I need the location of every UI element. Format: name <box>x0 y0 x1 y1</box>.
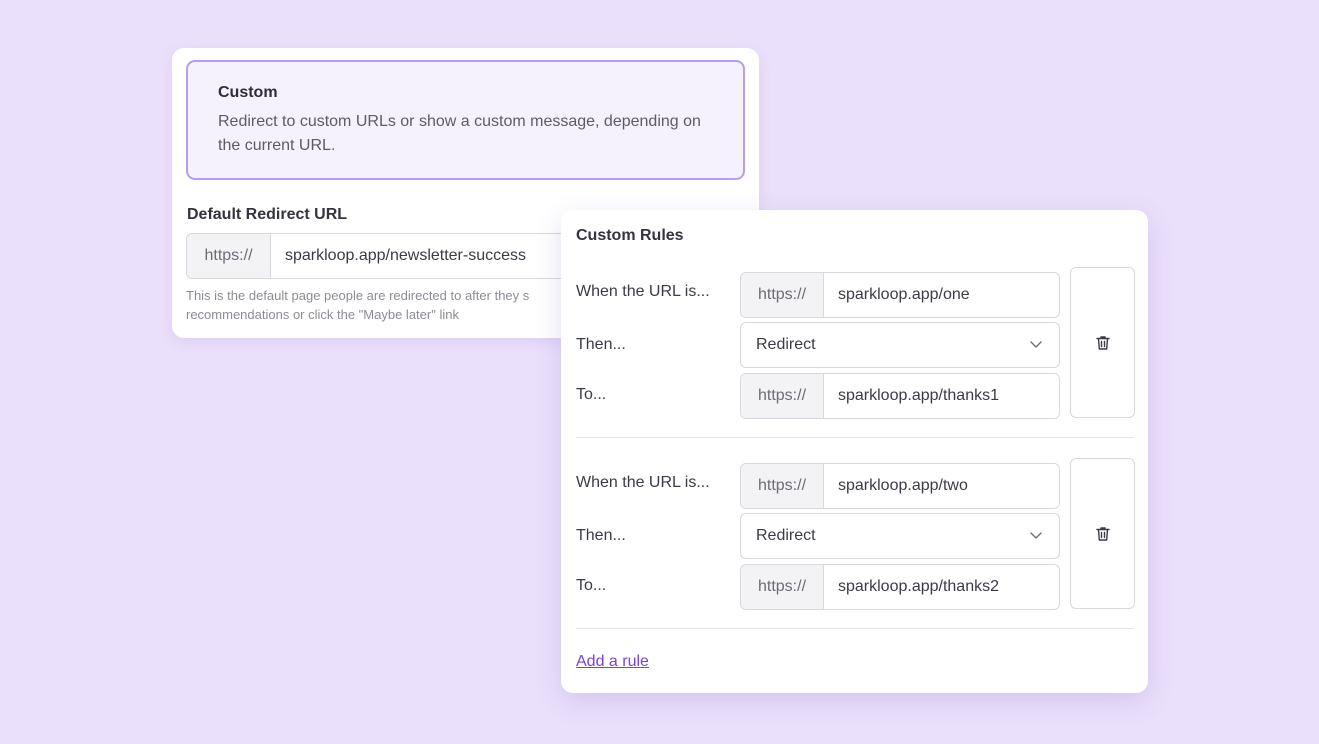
rule-divider <box>576 628 1134 629</box>
custom-option-title: Custom <box>218 84 278 101</box>
trash-icon <box>1095 526 1110 541</box>
delete-rule-button[interactable] <box>1070 458 1135 609</box>
url-prefix: https:// <box>741 464 824 508</box>
then-label: Then... <box>576 336 626 353</box>
custom-option-card[interactable]: Custom Redirect to custom URLs or show a… <box>186 60 745 180</box>
when-url-input[interactable]: https:// sparkloop.app/two <box>740 463 1060 509</box>
when-url-value[interactable]: sparkloop.app/one <box>824 273 1059 317</box>
to-url-input[interactable]: https:// sparkloop.app/thanks1 <box>740 373 1060 419</box>
chevron-down-icon <box>1030 532 1042 539</box>
add-rule-link[interactable]: Add a rule <box>576 653 649 671</box>
url-prefix: https:// <box>741 565 824 609</box>
url-prefix: https:// <box>741 273 824 317</box>
default-redirect-help-text: This is the default page people are redi… <box>186 286 566 324</box>
to-url-input[interactable]: https:// sparkloop.app/thanks2 <box>740 564 1060 610</box>
delete-rule-button[interactable] <box>1070 267 1135 418</box>
rule-divider <box>576 437 1134 438</box>
custom-rules-card: Custom Rules When the URL is... https://… <box>561 210 1148 693</box>
trash-icon <box>1095 335 1110 350</box>
to-url-value[interactable]: sparkloop.app/thanks1 <box>824 374 1059 418</box>
url-prefix: https:// <box>741 374 824 418</box>
when-url-value[interactable]: sparkloop.app/two <box>824 464 1059 508</box>
url-prefix: https:// <box>187 234 271 278</box>
when-label: When the URL is... <box>576 283 710 300</box>
when-url-input[interactable]: https:// sparkloop.app/one <box>740 272 1060 318</box>
action-select-value: Redirect <box>756 336 816 353</box>
chevron-down-icon <box>1030 341 1042 348</box>
custom-option-description: Redirect to custom URLs or show a custom… <box>218 113 701 154</box>
action-select[interactable]: Redirect <box>740 513 1060 559</box>
help-text-line: recommendations or click the "Maybe late… <box>186 307 459 322</box>
default-redirect-label: Default Redirect URL <box>187 206 348 223</box>
custom-rules-title: Custom Rules <box>576 227 684 244</box>
then-label: Then... <box>576 527 626 544</box>
rule-block: When the URL is... https:// sparkloop.ap… <box>561 458 1148 610</box>
help-text-line: This is the default page people are redi… <box>186 288 530 303</box>
to-url-value[interactable]: sparkloop.app/thanks2 <box>824 565 1059 609</box>
to-label: To... <box>576 386 607 403</box>
action-select-value: Redirect <box>756 527 816 544</box>
rule-block: When the URL is... https:// sparkloop.ap… <box>561 267 1148 419</box>
action-select[interactable]: Redirect <box>740 322 1060 368</box>
to-label: To... <box>576 577 607 594</box>
when-label: When the URL is... <box>576 474 710 491</box>
